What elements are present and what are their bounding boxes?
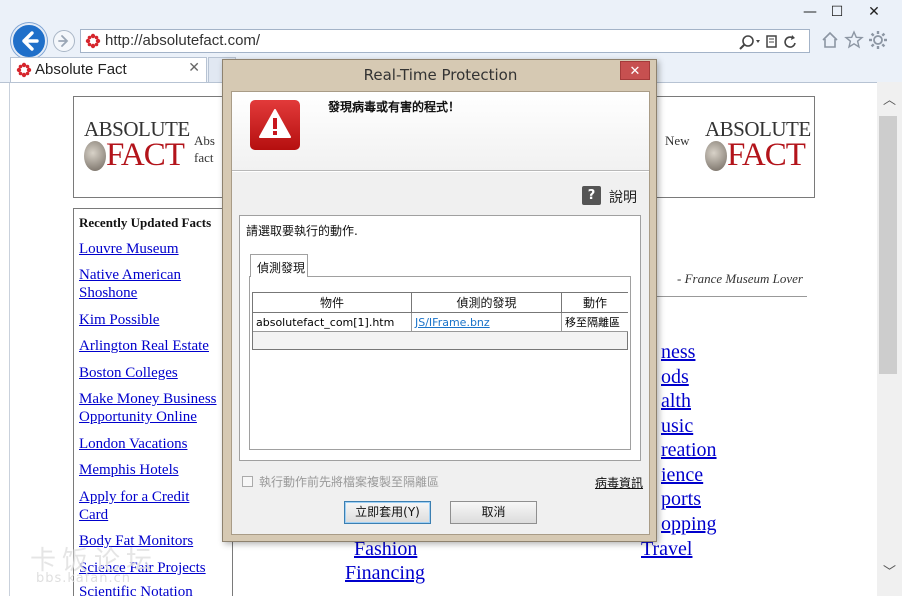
scrollbar-thumb[interactable] — [879, 116, 897, 374]
forward-arrow-icon — [58, 35, 69, 47]
tab-title: Absolute Fact — [35, 61, 127, 78]
tab-detections[interactable]: 偵測發現 — [250, 254, 308, 277]
favorites-star-icon[interactable] — [844, 30, 864, 50]
sidebar-link[interactable]: Shoshone — [79, 284, 137, 302]
column-header-action[interactable]: 動作 — [562, 293, 628, 313]
sidebar-link[interactable]: Opportunity Online — [79, 408, 197, 426]
address-tools-icon[interactable] — [739, 33, 803, 51]
help-icon[interactable]: ? — [582, 186, 601, 205]
warning-icon — [250, 100, 300, 150]
back-button[interactable] — [11, 23, 47, 59]
help-link[interactable]: 說明 — [609, 187, 637, 207]
globe-icon — [705, 141, 727, 171]
category-link[interactable]: Financing — [345, 562, 425, 585]
browser-tab[interactable]: Absolute Fact ✕ — [10, 57, 207, 82]
table-cell-object[interactable]: absolutefact_com[1].htm — [253, 313, 412, 332]
warning-message: 發現病毒或有害的程式！ — [328, 100, 461, 114]
column-header-detection[interactable]: 偵測的發現 — [412, 293, 562, 313]
dialog-header: 發現病毒或有害的程式！ — [232, 92, 649, 171]
table-cell-action[interactable]: 移至隔離區 — [562, 313, 628, 332]
sidebar-link[interactable]: Make Money Business — [79, 390, 217, 408]
address-bar[interactable]: http://absolutefact.com/ — [80, 29, 810, 53]
apply-button[interactable]: 立即套用(Y) — [344, 501, 431, 524]
watermark-url: bbs.kafan.cn — [36, 571, 131, 586]
sidebar-link[interactable]: Memphis Hotels — [79, 461, 179, 479]
sidebar-link[interactable]: London Vacations — [79, 435, 187, 453]
home-icon[interactable] — [820, 30, 840, 50]
sidebar-link[interactable]: Apply for a Credit — [79, 488, 189, 506]
url-text[interactable]: http://absolutefact.com/ — [105, 32, 260, 49]
globe-icon — [84, 141, 106, 171]
checkbox-label: 執行動作前先將檔案複製至隔離區 — [259, 475, 440, 489]
sidebar-link[interactable]: Native American — [79, 266, 181, 284]
header-text-3: New — [665, 133, 690, 148]
tab-favicon-icon — [16, 62, 32, 78]
logo-bottom-text: FACT — [727, 137, 806, 173]
page-border — [9, 83, 10, 596]
site-logo-right[interactable]: ABSOLUTE FACT — [705, 117, 811, 173]
category-link[interactable]: opping — [661, 513, 717, 536]
sidebar-link[interactable]: Kim Possible — [79, 311, 159, 329]
sidebar-link[interactable]: Boston Colleges — [79, 364, 178, 382]
dialog-title: Real-Time Protection — [363, 66, 518, 84]
virus-info-link[interactable]: 病毒資訊 — [595, 474, 643, 491]
back-arrow-icon — [22, 31, 39, 51]
category-link[interactable]: ness — [661, 341, 695, 364]
logo-bottom-text: FACT — [106, 137, 185, 173]
maximize-button[interactable]: ☐ — [823, 2, 851, 22]
detections-panel: 物件 偵測的發現 動作 absolutefact_com[1].htm JS/I… — [249, 276, 631, 450]
tab-close-icon[interactable]: ✕ — [188, 60, 200, 76]
sidebar-title: Recently Updated Facts — [79, 215, 212, 230]
header-text-2: fact — [194, 150, 214, 165]
sidebar-link[interactable]: Louvre Museum — [79, 240, 179, 258]
action-prompt: 請選取要執行的動作. — [246, 224, 358, 238]
dialog-close-button[interactable]: ✕ — [620, 61, 650, 80]
site-favicon-icon — [85, 33, 101, 49]
category-link[interactable]: ience — [661, 464, 703, 487]
scroll-down-icon[interactable]: ﹀ — [877, 562, 902, 584]
action-group: 請選取要執行的動作. 偵測發現 物件 偵測的發現 動作 absolutefact… — [239, 215, 641, 461]
category-link[interactable]: ports — [661, 488, 701, 511]
scroll-up-icon[interactable]: ︿ — [877, 90, 902, 112]
category-link[interactable]: ods — [661, 366, 689, 389]
tab-label: 偵測發現 — [257, 261, 306, 275]
forward-button[interactable] — [53, 30, 75, 52]
column-header-object[interactable]: 物件 — [253, 293, 412, 313]
quote-text: - France Museum Lover — [677, 271, 803, 286]
cancel-button[interactable]: 取消 — [450, 501, 537, 524]
copy-to-quarantine-checkbox[interactable] — [242, 476, 253, 487]
header-text-1: Abs — [194, 133, 215, 148]
close-window-button[interactable]: ✕ — [860, 2, 888, 22]
sidebar-link[interactable]: Card — [79, 506, 108, 524]
category-link[interactable]: alth — [661, 390, 691, 413]
sidebar-link[interactable]: Arlington Real Estate — [79, 337, 209, 355]
site-logo-left[interactable]: ABSOLUTE FACT — [84, 117, 190, 173]
minimize-button[interactable]: — — [796, 2, 824, 22]
dialog-content: 發現病毒或有害的程式！ ? 說明 請選取要執行的動作. 偵測發現 物件 偵測的發… — [231, 91, 650, 535]
gear-icon[interactable] — [868, 30, 888, 50]
realtime-protection-dialog: Real-Time Protection ✕ 發現病毒或有害的程式！ ? 說明 … — [222, 59, 657, 542]
dialog-body: ? 說明 請選取要執行的動作. 偵測發現 物件 偵測的發現 動作 absolut… — [232, 172, 649, 534]
recent-facts-sidebar: Recently Updated Facts Louvre Museum Nat… — [73, 208, 233, 596]
warning-triangle-icon — [259, 109, 291, 138]
table-cell-detection-link[interactable]: JS/IFrame.bnz — [412, 313, 562, 332]
category-link[interactable]: usic — [661, 415, 693, 438]
detections-table: 物件 偵測的發現 動作 absolutefact_com[1].htm JS/I… — [252, 292, 628, 350]
category-link[interactable]: reation — [661, 439, 717, 462]
